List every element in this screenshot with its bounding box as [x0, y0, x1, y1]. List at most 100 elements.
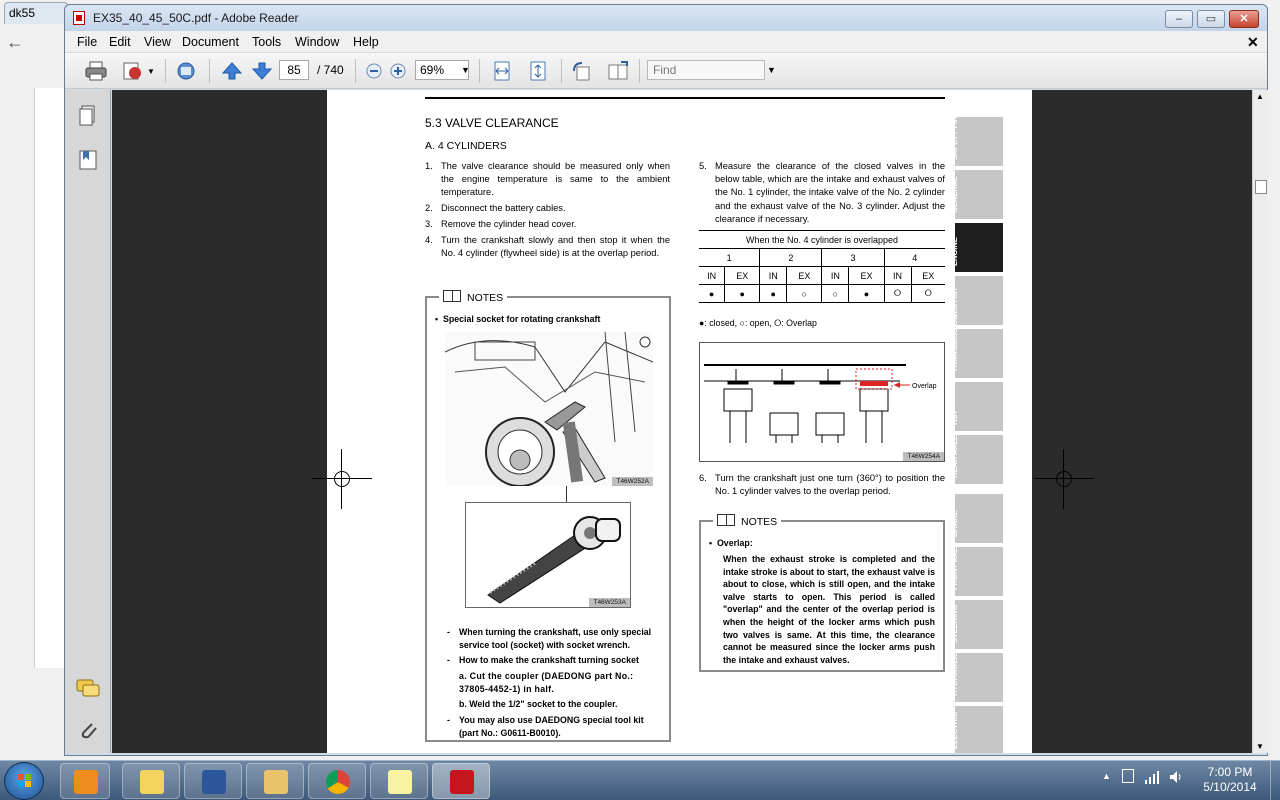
zoom-out-icon[interactable]: [363, 61, 385, 81]
callout-line: [566, 486, 567, 502]
tab-hydraulic[interactable]: HYDRAULIC: [950, 652, 1003, 702]
next-page-icon[interactable]: [251, 61, 273, 81]
tab-label: GENERAL: [950, 176, 959, 213]
step-number: 5.: [699, 161, 707, 171]
step-text: Remove the cylinder head cover.: [441, 219, 577, 229]
menu-tools[interactable]: Tools: [252, 35, 281, 49]
tab-general[interactable]: GENERAL: [950, 170, 1003, 219]
valve-header: EX: [724, 266, 760, 285]
taskbar-outlook[interactable]: [122, 763, 180, 799]
zoom-dropdown-icon[interactable]: ▼: [461, 60, 470, 80]
section-title: 5.3 VALVE CLEARANCE: [425, 116, 559, 130]
tab-clutch[interactable]: CLUTCH: [950, 276, 1003, 325]
create-pdf-dropdown-icon[interactable]: ▼: [147, 67, 155, 76]
menu-view[interactable]: View: [144, 35, 171, 49]
maximize-button[interactable]: ▭: [1197, 10, 1225, 28]
tab-steering[interactable]: STEERING: [950, 600, 1003, 649]
document-view[interactable]: 5.3 VALVE CLEARANCE A. 4 CYLINDERS 1. Th…: [112, 90, 1252, 753]
navigation-pane: [65, 90, 111, 753]
windows-logo-icon: [18, 774, 31, 787]
menu-file[interactable]: File: [77, 35, 97, 49]
close-document-button[interactable]: ✕: [1247, 34, 1259, 51]
taskbar-sticky-notes[interactable]: [370, 763, 428, 799]
taskbar-explorer[interactable]: [246, 763, 304, 799]
print-icon[interactable]: [85, 61, 107, 81]
sub-item-text: b. Weld the 1/2" socket to the coupler.: [459, 699, 618, 709]
crosshair-marker: [1034, 449, 1094, 509]
tab-label: BRAKE: [950, 510, 959, 537]
scrollbar-thumb[interactable]: [1255, 180, 1267, 194]
dash-text: You may also use DAEDONG special tool ki…: [459, 715, 644, 738]
vertical-scrollbar[interactable]: ▲ ▼: [1252, 90, 1268, 753]
network-icon[interactable]: [1144, 769, 1160, 785]
step-text: Measure the clearance of the closed valv…: [715, 161, 945, 224]
title-bar[interactable]: EX35_40_45_50C.pdf - Adobe Reader – ▭ ✕: [65, 5, 1267, 31]
start-button[interactable]: [4, 762, 44, 800]
step-number: 3.: [425, 219, 433, 229]
valve-state: ○: [821, 284, 849, 303]
bookmarks-panel-icon[interactable]: [77, 148, 99, 172]
action-center-icon[interactable]: [1122, 769, 1134, 783]
tab-electric[interactable]: ELECTRIC: [950, 706, 1003, 753]
create-pdf-icon[interactable]: [121, 61, 143, 81]
zoom-in-icon[interactable]: [387, 61, 409, 81]
tab-front-axle[interactable]: FRONT AXLE: [950, 542, 1003, 596]
tab-label: HST: [950, 410, 959, 425]
sticky-notes-icon: [388, 770, 412, 794]
valve-state: ⭘: [883, 284, 912, 303]
taskbar-chrome[interactable]: [308, 763, 366, 799]
menu-help[interactable]: Help: [353, 35, 379, 49]
tab-brake[interactable]: BRAKE: [950, 494, 1003, 543]
find-dropdown-icon[interactable]: ▼: [767, 60, 776, 80]
fit-width-icon[interactable]: [491, 61, 513, 81]
menu-window[interactable]: Window: [295, 35, 339, 49]
scroll-down-icon[interactable]: ▼: [1256, 742, 1264, 751]
valve-header: IN: [883, 266, 912, 285]
valve-header: EX: [848, 266, 885, 285]
scroll-up-icon[interactable]: ▲: [1256, 92, 1264, 101]
pdf-page: 5.3 VALVE CLEARANCE A. 4 CYLINDERS 1. Th…: [312, 90, 1032, 753]
browser-tab[interactable]: dk55: [4, 2, 68, 24]
toolbar-separator: [209, 59, 210, 83]
comments-panel-icon[interactable]: [75, 678, 101, 700]
pages-panel-icon[interactable]: [77, 104, 99, 128]
fit-page-icon[interactable]: [527, 61, 549, 81]
tab-transmission[interactable]: TRANSMISSION: [950, 314, 1003, 378]
valve-header: EX: [786, 266, 822, 285]
valve-state: ●: [699, 284, 725, 303]
taskbar-word[interactable]: [184, 763, 242, 799]
tab-label: ENGINE: [950, 237, 959, 266]
back-arrow-icon[interactable]: ←: [6, 32, 24, 53]
taskbar-media-player[interactable]: [60, 763, 110, 799]
close-button[interactable]: ✕: [1229, 10, 1259, 28]
volume-icon[interactable]: [1168, 769, 1184, 785]
tab-safety-first[interactable]: SAFETY FIRST: [950, 107, 1003, 166]
page-number-input[interactable]: 85: [279, 60, 309, 80]
folder-icon: [264, 770, 288, 794]
table-legend: ●: closed, ○: open, ⭘: Overlap: [699, 318, 817, 328]
find-input[interactable]: Find: [647, 60, 765, 80]
collaborate-icon[interactable]: [175, 61, 197, 81]
step-number: 4.: [425, 235, 433, 245]
minimize-button[interactable]: –: [1165, 10, 1193, 28]
rotate-icon[interactable]: [571, 61, 593, 81]
tab-rear-axle[interactable]: REAR AXLE: [950, 435, 1003, 484]
clock-time: 7:00 PM: [1207, 765, 1253, 779]
notes-box-right: NOTES • Overlap: When the exhaust stroke…: [699, 514, 945, 672]
taskbar-adobe-reader[interactable]: [432, 763, 490, 799]
clock[interactable]: 7:00 PM 5/10/2014: [1196, 765, 1264, 795]
socket-wrench-photo: T46W253A: [465, 502, 631, 608]
tab-engine[interactable]: ENGINE: [950, 223, 1003, 272]
previous-page-icon[interactable]: [221, 61, 243, 81]
menu-edit[interactable]: Edit: [109, 35, 131, 49]
tab-hst[interactable]: HST: [950, 382, 1003, 431]
attachments-panel-icon[interactable]: [77, 718, 99, 742]
menu-document[interactable]: Document: [182, 35, 239, 49]
page-display-icon[interactable]: [607, 61, 629, 81]
tab-label: HYDRAULIC: [950, 651, 959, 696]
show-hidden-icons-icon[interactable]: ▲: [1102, 771, 1111, 781]
toolbar-separator: [639, 59, 640, 83]
notes-box-left: NOTES • Special socket for rotating cran…: [425, 290, 671, 742]
show-desktop-button[interactable]: [1270, 761, 1280, 800]
adobe-reader-icon: [450, 770, 474, 794]
